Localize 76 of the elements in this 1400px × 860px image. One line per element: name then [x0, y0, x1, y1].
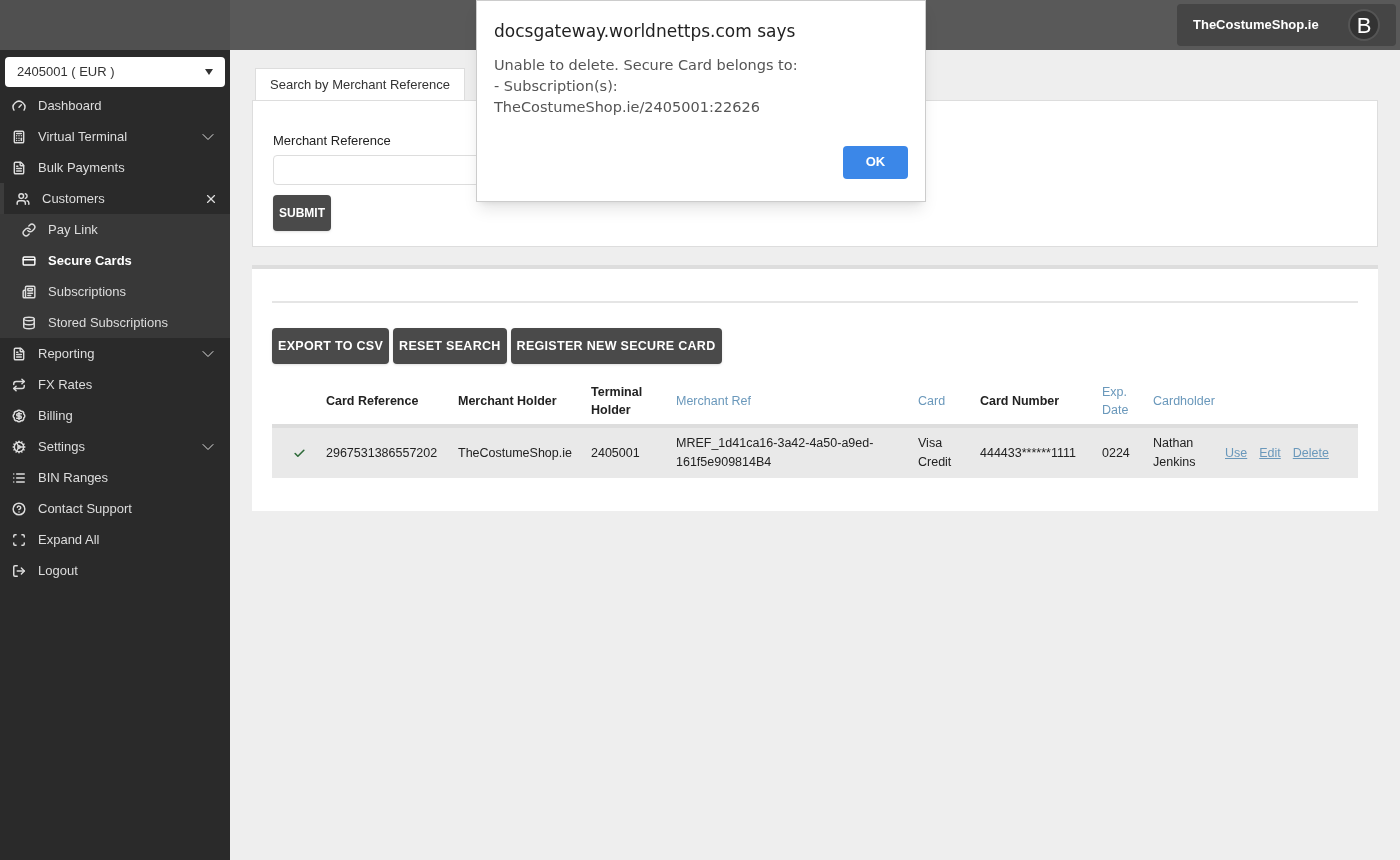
account-value: 2405001 ( EUR ): [17, 63, 115, 82]
table-cell: 2405001: [591, 445, 640, 460]
sidebar-label: Virtual Terminal: [38, 127, 129, 146]
users-icon: [16, 191, 30, 206]
exchange-icon: [12, 377, 26, 392]
dialog-message: - Subscription(s):: [494, 76, 619, 96]
dialog-message: TheCostumeShop.ie/2405001:22626: [494, 97, 761, 117]
sidebar-label: Billing: [38, 406, 74, 425]
column-header: Merchant Holder: [458, 393, 558, 410]
sidebar-label: Reporting: [38, 344, 96, 363]
dialog-message: Unable to delete. Secure Card belongs to:: [494, 55, 799, 75]
logout-icon: [12, 563, 26, 578]
sidebar-item[interactable]: Bulk Payments: [0, 152, 230, 183]
newspaper-icon: [22, 284, 36, 299]
credit-card-icon: [22, 253, 36, 268]
field-label: Merchant Reference: [273, 132, 392, 150]
tab[interactable]: Search by Merchant Reference: [255, 68, 465, 100]
sidebar-label: Bulk Payments: [38, 158, 126, 177]
action-button[interactable]: REGISTER NEW SECURE CARD: [510, 328, 722, 364]
table-cell: 444433******1111: [980, 445, 1076, 460]
sidebar-label: BIN Ranges: [38, 468, 110, 487]
sidebar-label: Contact Support: [38, 499, 133, 518]
sidebar-label: Settings: [38, 437, 86, 456]
account-select[interactable]: 2405001 ( EUR ): [5, 57, 225, 87]
database-icon: [22, 315, 36, 330]
column-header: Card Number: [980, 393, 1061, 410]
sidebar-subitem[interactable]: Pay Link: [0, 214, 230, 245]
caret-icon: [205, 69, 213, 75]
sidebar-label: FX Rates: [38, 375, 94, 394]
table-cell: 2967531386557202: [326, 445, 438, 460]
sidebar-label: Subscriptions: [48, 282, 127, 301]
sidebar-item[interactable]: Logout: [0, 555, 230, 586]
sidebar-item[interactable]: Expand All: [0, 524, 230, 555]
expand-icon: [12, 532, 26, 547]
action-button[interactable]: EXPORT TO CSV: [272, 328, 390, 364]
sidebar-label: Logout: [38, 561, 79, 580]
gauge-icon: [12, 98, 26, 113]
dialog-title: docsgateway.worldnettps.com says: [494, 20, 797, 43]
table-cell: TheCostumeShop.ie: [458, 445, 572, 460]
sidebar-item[interactable]: Virtual Terminal: [0, 121, 230, 152]
calculator-icon: [12, 129, 26, 144]
link-icon: [22, 222, 36, 237]
sidebar-item[interactable]: Settings: [0, 431, 230, 462]
column-header: Terminal Holder: [591, 384, 644, 419]
sidebar-item[interactable]: Dashboard: [0, 90, 230, 121]
sidebar-label: Customers: [42, 189, 106, 208]
sidebar-label: Expand All: [38, 530, 101, 549]
user-avatar: B: [1348, 9, 1380, 41]
list-icon: [12, 470, 26, 485]
table-cell: Visa Credit: [918, 436, 952, 469]
table-cell: MREF_1d41ca16-3a42-4a50-a9ed-161f5e909814B4: [676, 436, 874, 469]
ok-button[interactable]: OK: [843, 145, 908, 179]
sidebar-label: Stored Subscriptions: [48, 313, 168, 332]
submit-button[interactable]: SUBMIT: [273, 194, 331, 231]
sidebar-item[interactable]: Reporting: [0, 338, 230, 369]
action-button[interactable]: RESET SEARCH: [393, 328, 507, 364]
user-menu[interactable]: TheCostumeShop.ie B: [1177, 4, 1396, 46]
sidebar-item[interactable]: Contact Support: [0, 493, 230, 524]
table-cell: Nathan Jenkins: [1153, 436, 1196, 469]
gears-icon: [12, 439, 26, 454]
column-header: Card Reference: [326, 393, 420, 410]
sidebar-item[interactable]: FX Rates: [0, 369, 230, 400]
document-icon: [12, 346, 26, 361]
sidebar-label: Pay Link: [48, 220, 98, 239]
sidebar-label: Dashboard: [38, 96, 103, 115]
document-icon: [12, 160, 26, 175]
sidebar-subitem[interactable]: Secure Cards: [0, 245, 230, 276]
sidebar-item[interactable]: Billing: [0, 400, 230, 431]
sidebar-item[interactable]: BIN Ranges: [0, 462, 230, 493]
sidebar-subitem[interactable]: Subscriptions: [0, 276, 230, 307]
sidebar-subitem[interactable]: Stored Subscriptions: [0, 307, 230, 338]
dollar-icon: [12, 408, 26, 423]
table-cell: 0224: [1102, 445, 1130, 460]
sidebar-label: Secure Cards: [48, 251, 132, 270]
help-icon: [12, 501, 26, 516]
user-name: TheCostumeShop.ie: [1193, 16, 1319, 35]
